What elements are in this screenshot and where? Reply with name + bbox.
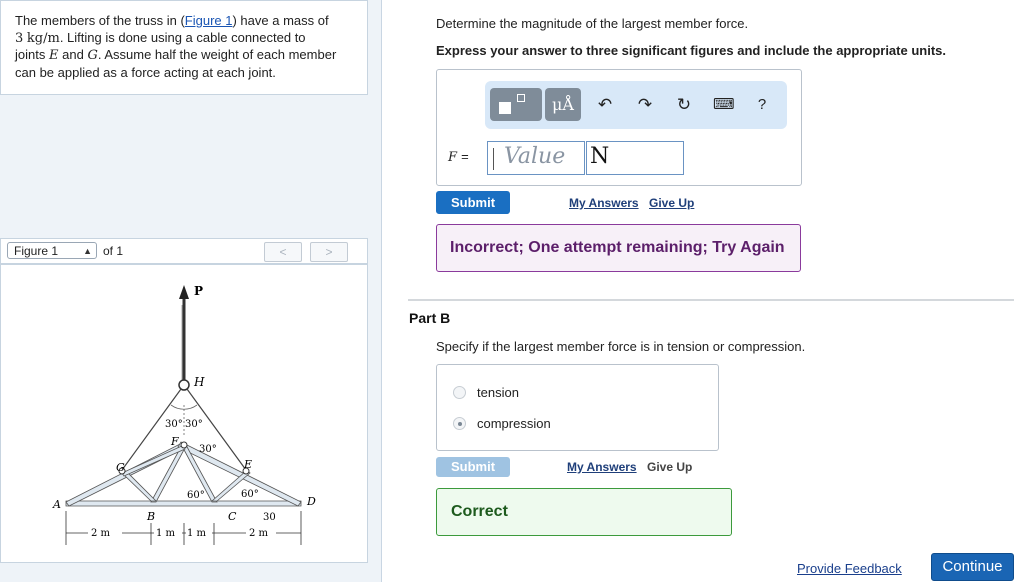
dimension-1m-right: 1 m [187,528,207,539]
figure-panel: P H 30° 30° G E F 30° A D B C 60° 60° 30… [0,264,368,563]
problem-line-4: can be applied as a force acting at each… [15,64,276,80]
joint-g-symbol: G [87,48,98,63]
member-gb [121,470,157,502]
part-a-give-up-link[interactable]: Give Up [649,196,694,210]
part-b-feedback: Correct [436,488,732,536]
dimension-2m-left: 2 m [91,528,111,539]
part-b-my-answers-link[interactable]: My Answers [567,460,637,474]
help-button[interactable]: ? [752,95,772,115]
unit-input[interactable]: N [586,141,684,175]
next-figure-button[interactable]: > [310,242,348,262]
figure-select[interactable]: Figure 1 ▲ [7,242,97,259]
radio-selected-dot [457,421,462,426]
part-b-title: Part B [409,310,451,326]
previous-figure-button[interactable]: < [264,242,302,262]
problem-line-1: The members of the truss in (Figure 1) h… [15,13,367,30]
label-e: E [243,458,252,471]
part-b-submit-button[interactable]: Submit [436,457,510,477]
problem-text: ) have a mass of [232,13,329,28]
option-compression-label[interactable]: compression [477,416,551,431]
section-divider [408,299,1014,301]
undo-icon[interactable]: ↶ [595,95,615,115]
figure-count: of 1 [103,244,124,258]
part-a-my-answers-link[interactable]: My Answers [569,196,639,210]
angle-30-left: 30° [165,419,183,430]
templates-button[interactable] [490,88,542,121]
text-cursor [493,148,494,170]
left-pane: The members of the truss in (Figure 1) h… [0,0,382,582]
part-b-question: Specify if the largest member force is i… [436,339,806,354]
part-a-question: Determine the magnitude of the largest m… [436,16,749,31]
redo-icon[interactable]: ↷ [635,95,655,115]
option-tension-label[interactable]: tension [477,385,519,400]
truss-diagram: P H 30° 30° G E F 30° A D B C 60° 60° 30… [52,284,316,545]
angle-60-right: 60° [241,489,259,500]
variable-label: F = [448,149,469,165]
radio-compression[interactable] [453,417,466,430]
value-placeholder: Value [504,144,566,169]
problem-text: The members of the truss in ( [15,13,185,28]
figure-link[interactable]: Figure 1 [185,13,233,28]
truss-members [65,441,302,507]
figure-select-value: Figure 1 [14,244,59,258]
continue-button[interactable]: Continue [931,553,1014,581]
unit-value: N [590,144,610,169]
label-g: G [116,461,125,474]
part-a-feedback: Incorrect; One attempt remaining; Try Ag… [436,224,801,272]
dimension-2m-right: 2 m [249,528,269,539]
label-h: H [193,375,205,389]
problem-line-3: joints E and G. Assume half the weight o… [15,47,367,65]
mass-value: 3 [15,30,24,46]
ring-h [178,379,190,391]
label-b: B [146,510,155,523]
provide-feedback-link[interactable]: Provide Feedback [797,561,902,576]
choice-box: tension compression [436,364,719,451]
equals-sign: = [461,149,469,164]
select-arrows-icon: ▲ [83,246,92,256]
joint-f [180,441,188,449]
angle-30-bottom: 30 [263,512,276,523]
label-d: D [306,495,316,508]
mass-unit: kg/m [26,30,60,46]
problem-text: . Lifting is done using a cable connecte… [59,29,306,45]
problem-statement: The members of the truss in (Figure 1) h… [0,0,368,95]
units-button[interactable]: μÅ [545,88,581,121]
dimension-1m-left: 1 m [156,528,176,539]
problem-text: . Assume half the weight of each member [97,47,337,62]
label-p: P [194,284,203,298]
angle-60-left: 60° [187,490,205,501]
answer-box: μÅ ↶ ↷ ↻ ⌨ ? F = Value N [436,69,802,186]
part-a-instruction: Express your answer to three significant… [436,43,946,58]
label-f: F [170,435,179,448]
member-bottom-chord [65,500,302,507]
value-input[interactable]: Value [487,141,585,175]
keyboard-icon[interactable]: ⌨ [713,95,735,115]
part-a-submit-button[interactable]: Submit [436,191,510,214]
template-box-icon [499,102,511,114]
lifting-cable [179,285,189,381]
math-toolbar: μÅ ↶ ↷ ↻ ⌨ ? [485,81,787,129]
angle-30-f: 30° [199,444,217,455]
problem-text: joints [15,47,46,62]
template-superscript-icon [517,94,525,102]
label-a: A [52,498,61,511]
figure-navigation-bar: Figure 1 ▲ of 1 < > [0,238,368,264]
part-b-give-up-link: Give Up [647,460,693,474]
reset-icon[interactable]: ↻ [674,95,694,115]
radio-tension[interactable] [453,386,466,399]
problem-line-2: 3 kg/m. Lifting is done using a cable co… [15,30,367,48]
problem-text: and [62,47,84,62]
variable-symbol: F [448,150,458,165]
joint-e-symbol: E [48,48,59,63]
angle-30-right: 30° [185,419,203,430]
force-arrow-icon [179,285,189,299]
label-c: C [228,510,237,523]
